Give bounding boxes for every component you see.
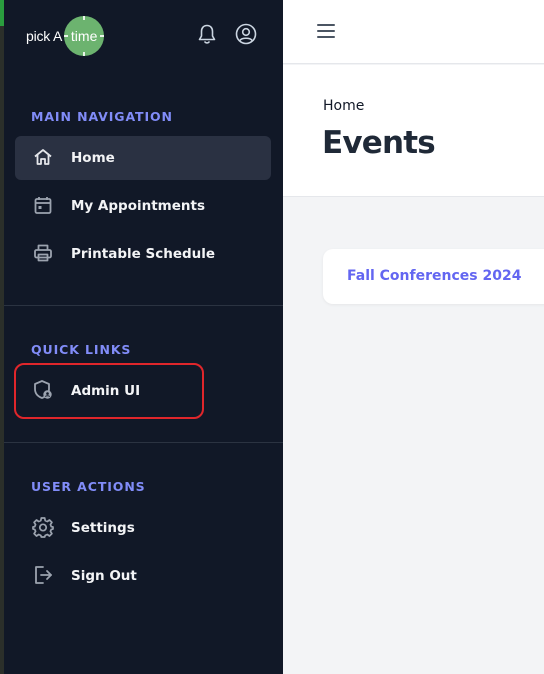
page-header: Home Events [283, 65, 544, 197]
home-icon [32, 146, 54, 168]
sidebar-item-label: Settings [71, 520, 135, 536]
sidebar-item-label: Printable Schedule [71, 246, 216, 262]
section-divider [4, 442, 283, 443]
clock-logo-icon: time [64, 16, 105, 56]
logo[interactable]: pick A time [26, 16, 105, 56]
breadcrumb[interactable]: Home [323, 98, 364, 114]
sidebar-item-label: Home [71, 150, 115, 166]
section-title-main-navigation: MAIN NAVIGATION [31, 109, 173, 124]
section-divider [4, 305, 283, 306]
menu-icon[interactable] [317, 22, 337, 40]
top-bar [283, 0, 544, 64]
sidebar-item-my-appointments[interactable]: My Appointments [15, 184, 271, 228]
page-title: Events [322, 125, 436, 161]
sign-out-icon [32, 564, 54, 586]
printer-icon [32, 242, 54, 264]
sidebar: pick A time MAIN NAVIGATION Home My Appo… [4, 0, 283, 674]
bell-icon[interactable] [195, 22, 219, 46]
section-title-user-actions: USER ACTIONS [31, 479, 146, 494]
event-link[interactable]: Fall Conferences 2024 [347, 268, 521, 284]
sidebar-item-settings[interactable]: Settings [15, 506, 271, 550]
gear-icon [32, 516, 54, 538]
calendar-icon [32, 194, 54, 216]
annotation-highlight [14, 363, 204, 419]
logo-circle-text: time [70, 28, 98, 44]
sidebar-item-printable-schedule[interactable]: Printable Schedule [15, 232, 271, 276]
logo-text: pick A [26, 28, 63, 44]
sidebar-header: pick A time [4, 0, 283, 70]
main-content: Home Events Fall Conferences 2024 [283, 0, 544, 674]
sidebar-item-label: My Appointments [71, 198, 205, 214]
sidebar-item-home[interactable]: Home [15, 136, 271, 180]
section-title-quick-links: QUICK LINKS [31, 342, 132, 357]
event-card[interactable]: Fall Conferences 2024 [323, 249, 544, 304]
sidebar-item-sign-out[interactable]: Sign Out [15, 554, 271, 598]
sidebar-item-label: Sign Out [71, 568, 137, 584]
user-circle-icon[interactable] [234, 22, 258, 46]
